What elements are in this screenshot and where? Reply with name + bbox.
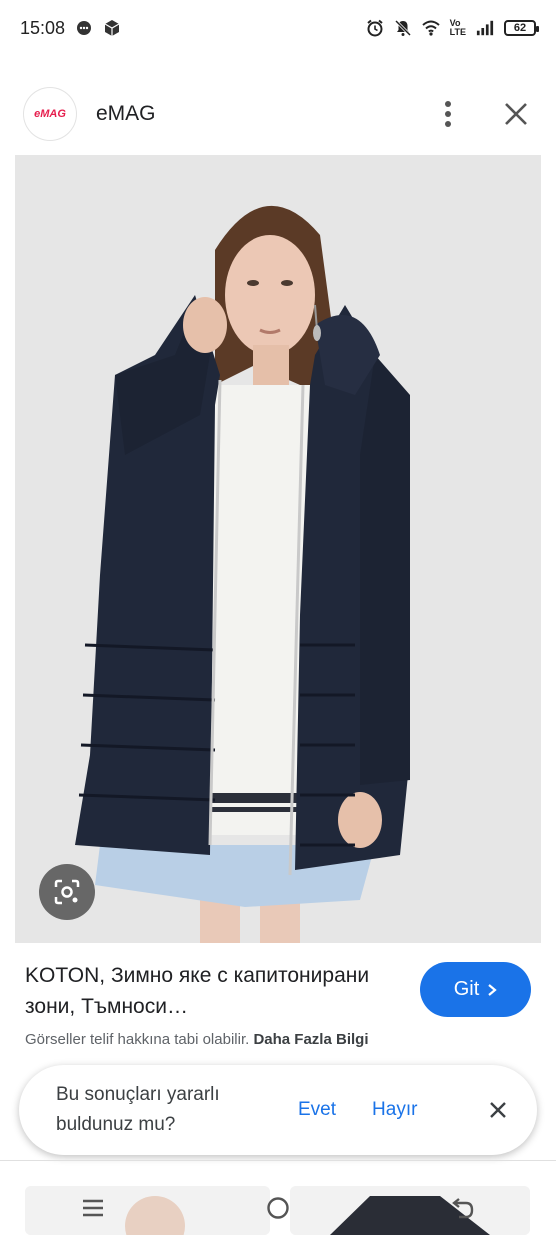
lens-icon xyxy=(54,879,80,905)
feedback-card: Bu sonuçları yararlı buldunuz mu? Evet H… xyxy=(19,1065,537,1155)
close-icon xyxy=(505,103,527,125)
volte-indicator: Vo LTE xyxy=(449,18,466,37)
status-time: 15:08 xyxy=(20,17,66,38)
alarm-icon xyxy=(367,19,383,37)
system-nav-bar xyxy=(0,1180,556,1235)
more-options-button[interactable] xyxy=(432,98,464,130)
chat-notification-icon xyxy=(77,21,92,35)
wifi-icon xyxy=(421,20,440,36)
close-button[interactable] xyxy=(500,98,532,130)
sheet-header: eMAG eMAG xyxy=(0,75,556,153)
visit-site-button[interactable]: Git xyxy=(420,962,531,1017)
status-bar: 15:08 Vo LTE 62 xyxy=(0,0,556,56)
back-button[interactable] xyxy=(443,1188,483,1228)
visit-site-label: Git xyxy=(453,978,480,1000)
site-name: eMAG xyxy=(96,102,156,125)
feedback-question: Bu sonuçları yararlı buldunuz mu? xyxy=(56,1084,220,1135)
mute-icon xyxy=(394,19,411,37)
chevron-right-icon xyxy=(488,983,497,996)
model-in-coat-illustration xyxy=(15,155,541,943)
feedback-no-button[interactable]: Hayır xyxy=(372,1099,417,1121)
learn-more-link[interactable]: Daha Fazla Bilgi xyxy=(253,1031,368,1048)
divider xyxy=(0,1160,556,1161)
signal-icon xyxy=(476,20,494,36)
site-logo: eMAG xyxy=(24,88,76,140)
close-icon xyxy=(490,1102,506,1118)
home-button[interactable] xyxy=(258,1188,298,1228)
feedback-close-button[interactable] xyxy=(483,1095,513,1125)
package-notification-icon xyxy=(104,20,120,36)
menu-icon xyxy=(82,1199,103,1216)
back-icon xyxy=(452,1197,474,1218)
more-vert-icon xyxy=(445,101,451,127)
lens-search-button[interactable] xyxy=(39,864,95,920)
product-image[interactable] xyxy=(15,155,541,943)
recent-apps-button[interactable] xyxy=(73,1188,113,1228)
feedback-yes-button[interactable]: Evet xyxy=(298,1099,336,1121)
home-circle-icon xyxy=(267,1196,289,1219)
battery-indicator: 62 xyxy=(504,20,539,36)
copyright-notice: Görseller telif hakkına tabi olabilir. D… xyxy=(25,1031,369,1048)
product-title[interactable]: KOTON, Зимно яке с капитонирани зони, Тъ… xyxy=(25,960,395,1022)
